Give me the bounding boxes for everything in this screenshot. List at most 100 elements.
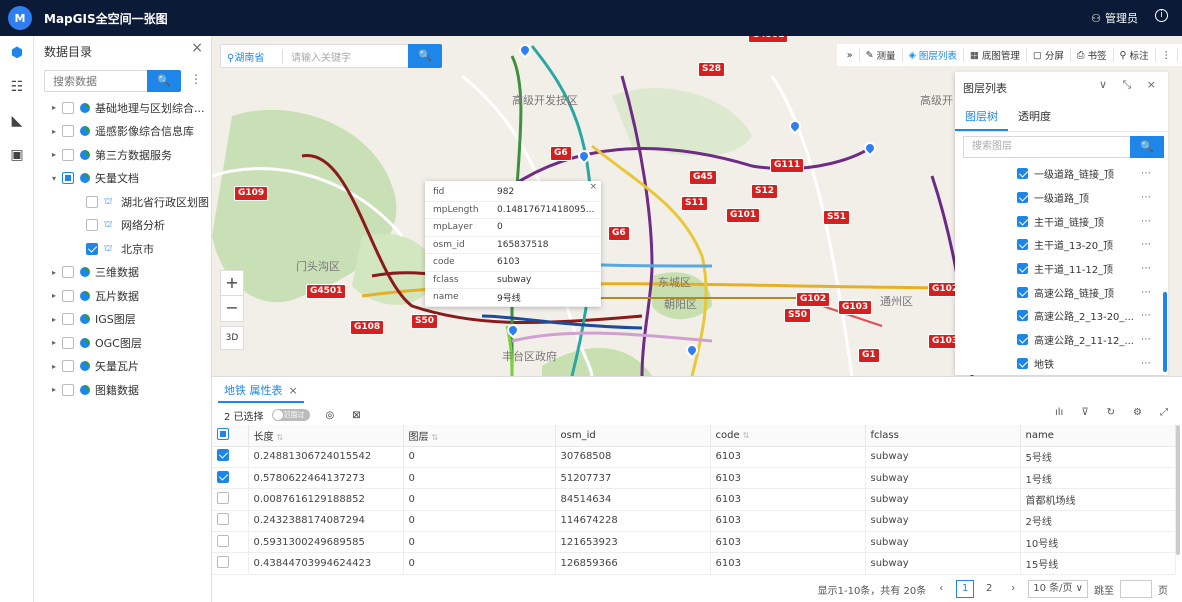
layer-list-item[interactable]: 一级道路_顶 ⋯ [955,186,1161,210]
tab-close-icon[interactable]: × [289,381,298,401]
layer-list-item[interactable]: 主干道_13-20_顶 ⋯ [955,233,1161,257]
row-select-cell[interactable] [212,446,249,468]
row-select-cell[interactable] [212,510,249,533]
row-checkbox[interactable] [217,470,229,483]
tree-item-checkbox[interactable] [62,336,74,349]
layer-visibility-checkbox[interactable] [1017,215,1028,227]
table-row[interactable]: 0.2432388174087294 0 114674228 6103 subway 2号… [212,510,1176,533]
row-select-cell[interactable] [212,531,249,554]
expand-arrow-icon[interactable]: ▾ [46,174,62,183]
popup-close-icon[interactable]: × [589,182,597,192]
catalog-tree-item[interactable]: ⛫ 北京市 [34,237,212,261]
catalog-tree-item[interactable]: ▸ 图籍数据 [34,378,212,402]
layer-list-tool[interactable]: ◈ 图层列表 [903,48,964,62]
layer-list-item[interactable]: 主干道_链接_顶 ⋯ [955,209,1161,233]
row-checkbox[interactable] [217,534,229,547]
layer-list-item[interactable]: 高速公路_链接_顶 ⋯ [955,280,1161,304]
layer-more-icon[interactable]: ⋯ [1141,334,1151,345]
table-row[interactable]: 0.5931300249689585 0 121653923 6103 subway 10… [212,531,1176,554]
next-page-button[interactable]: › [1004,580,1022,598]
column-header[interactable]: 图层 ⇅ [403,425,556,447]
row-select-cell[interactable] [212,467,249,490]
split-screen-tool[interactable]: ▢ 分屏 [1027,48,1071,62]
row-checkbox[interactable] [217,449,229,462]
column-header[interactable]: name [1020,425,1176,447]
layer-visibility-checkbox[interactable] [1017,357,1028,369]
layer-list-item[interactable]: 地铁 ⋯ [955,352,1161,376]
table-row[interactable]: 0.43844703994624423 0 126859366 6103 subway 1… [212,552,1176,575]
range-filter-toggle[interactable]: 范围过滤 [271,409,310,431]
layer-visibility-checkbox[interactable] [1017,263,1028,275]
tab-opacity[interactable]: 透明度 [1008,104,1061,131]
layer-visibility-checkbox[interactable] [1017,286,1028,298]
expand-arrow-icon[interactable]: ▸ [46,385,62,394]
page-1-button[interactable]: 1 [956,580,975,598]
filter-icon[interactable]: ⊽ [1081,407,1088,418]
layer-list-item[interactable]: 高速公路_2_11-12_... ⋯ [955,328,1161,352]
tree-item-checkbox[interactable] [62,172,74,185]
page-size-select[interactable]: 10 条/页 ∨ [1028,580,1088,598]
catalog-tree-item[interactable]: ▸ 瓦片数据 [34,284,212,308]
layer-visibility-checkbox[interactable] [1017,334,1028,346]
tree-item-checkbox[interactable] [62,313,74,326]
select-all-header[interactable] [212,425,249,447]
layer-list-item[interactable]: 主干道_11-12_顶 ⋯ [955,257,1161,281]
expand-arrow-icon[interactable]: ▸ [46,338,62,347]
expand-arrow-icon[interactable]: ▸ [46,291,62,300]
basemap-tool[interactable]: ▦ 底图管理 [964,48,1027,62]
table-row[interactable]: 0.24881306724015542 0 30768508 6103 subway 5号… [212,446,1176,468]
collapse-toolbar-button[interactable]: » [841,48,860,62]
row-select-cell[interactable] [212,488,249,511]
column-header[interactable]: osm_id [555,425,711,447]
layer-panel-controls[interactable]: ∨ ⤡ × [1099,78,1162,92]
sort-icon[interactable]: ⇅ [432,433,439,442]
column-header[interactable]: code ⇅ [710,425,866,447]
tree-item-checkbox[interactable] [62,148,74,161]
tree-item-checkbox[interactable] [62,125,74,138]
catalog-tree-item[interactable]: ▸ IGS图层 [34,308,212,332]
layer-more-icon[interactable]: ⋯ [1141,168,1151,179]
expand-icon[interactable]: ⤢ [1160,407,1168,418]
user-menu[interactable]: ⚇ 管理员 [1091,10,1138,26]
layer-list-item[interactable]: 一级道路_链接_顶 ⋯ [955,162,1161,186]
catalog-tree-item[interactable]: ⛫ 湖北省行政区划图 [34,190,212,214]
layer-more-icon[interactable]: ⋯ [1141,263,1151,274]
catalog-tree-item[interactable]: ▸ 基础地理与区划综合... [34,96,212,120]
table-scrollbar[interactable] [1176,425,1180,555]
map-view[interactable]: 高级开发技区 高级开门头沟区东城区朝阳区 通州区丰台区政府 G4501 S28 G6 G4… [212,36,1182,376]
column-header[interactable]: 长度 ⇅ [248,425,404,447]
tree-item-checkbox[interactable] [62,289,74,302]
monitor-icon[interactable]: ▣ [0,138,34,172]
bookmark-tool[interactable]: ⎙ 书签 [1071,48,1114,62]
catalog-tree-item[interactable]: ▸ OGC图层 [34,331,212,355]
locate-icon[interactable]: ◎ [326,410,335,421]
tree-item-checkbox[interactable] [62,383,74,396]
region-selector[interactable]: ⚲湖南省 [221,48,283,64]
catalog-more-icon[interactable]: ⋮ [190,72,202,86]
layer-more-icon[interactable]: ⋯ [1141,239,1151,250]
catalog-tree-item[interactable]: ▾ 矢量文档 [34,167,212,191]
3d-toggle-button[interactable]: 3D [220,326,244,350]
layer-more-icon[interactable]: ⋯ [1141,287,1151,298]
select-all-checkbox[interactable] [217,427,229,440]
map-search-input[interactable]: 请输入关键字 [283,49,425,64]
expand-arrow-icon[interactable]: ▸ [46,127,62,136]
more-tools-button[interactable]: ⋮ [1156,48,1178,62]
chart-icon[interactable]: ılı [1055,407,1063,418]
table-row[interactable]: 0.5780622464137273 0 51207737 6103 subway 1号线 [212,467,1176,490]
sort-icon[interactable]: ⇅ [277,433,284,442]
measure-tool[interactable]: ✎ 测量 [860,48,903,62]
tab-layer-tree[interactable]: 图层树 [955,104,1008,131]
catalog-tree-item[interactable]: ▸ 遥感影像综合信息库 [34,120,212,144]
layer-visibility-checkbox[interactable] [1017,239,1028,251]
catalog-search-button[interactable]: 🔍 [147,70,181,92]
info-icon[interactable]: i [1155,9,1168,22]
row-checkbox[interactable] [217,556,229,569]
catalog-tree-item[interactable]: ▸ 矢量瓦片 [34,355,212,379]
refresh-icon[interactable]: ↻ [1107,407,1115,418]
analysis-icon[interactable]: ◣ [0,104,34,138]
expand-arrow-icon[interactable]: ▸ [46,268,62,277]
catalog-tree-item[interactable]: ▸ 第三方数据服务 [34,143,212,167]
expand-arrow-icon[interactable]: ▸ [46,362,62,371]
tree-item-checkbox[interactable] [62,360,74,373]
